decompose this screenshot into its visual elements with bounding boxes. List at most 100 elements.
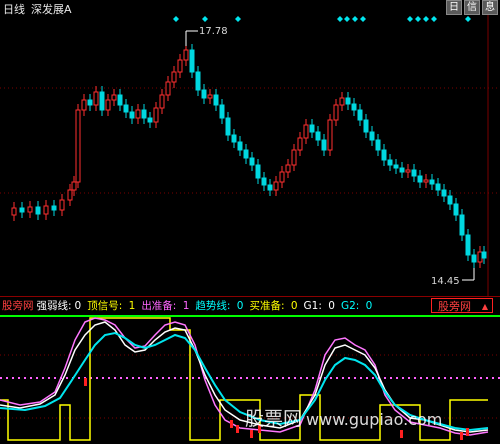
candle-body	[105, 99, 111, 111]
day-button[interactable]: 日	[446, 0, 462, 15]
signal-markers	[173, 16, 471, 22]
candle-body	[465, 234, 471, 256]
candle-body	[35, 206, 41, 215]
candle-body	[333, 104, 339, 121]
candle-body	[291, 149, 297, 166]
candle-body	[99, 91, 105, 111]
candle-body	[405, 169, 411, 173]
candle-body	[43, 205, 49, 215]
signal-diamond	[407, 16, 413, 22]
candle-body	[165, 81, 171, 96]
stock-chart-window: 17.78 14.45 日线 深发展A 日 信 息 股旁网 强弱线: 0 顶信号: 1出…	[0, 0, 500, 444]
info-button[interactable]: 信	[464, 0, 480, 15]
candle-body	[381, 149, 387, 161]
signal-diamond	[415, 16, 421, 22]
candle-body	[71, 181, 77, 191]
candle-body	[481, 251, 487, 259]
panel-divider[interactable]	[0, 296, 500, 297]
candle-body	[411, 169, 417, 177]
candle-body	[67, 189, 73, 201]
candle-body	[135, 109, 141, 119]
candle-body	[153, 107, 159, 123]
signal-bar	[250, 430, 253, 438]
candle-body	[339, 97, 345, 106]
legend-item-top-signal: 顶信号: 1	[87, 300, 136, 312]
legend-item-g2: G2: 0	[340, 300, 373, 312]
signal-bar	[400, 430, 403, 438]
candle-body	[249, 157, 255, 166]
watermark-text: 股票网	[245, 408, 303, 430]
signal-diamond	[431, 16, 437, 22]
candle-body	[357, 109, 363, 121]
candle-body	[327, 119, 333, 151]
candle-body	[429, 179, 435, 185]
signal-diamond	[465, 16, 471, 22]
candle-body	[303, 124, 309, 139]
watermark: 股票网 www.gupiao.com	[245, 404, 442, 431]
candle-body	[315, 131, 321, 141]
signal-diamond	[344, 16, 350, 22]
chart-title: 日线 深发展A	[3, 1, 72, 17]
candle-body	[351, 103, 357, 111]
signal-bar	[236, 425, 239, 433]
signal-diamond	[337, 16, 343, 22]
candle-body	[183, 49, 189, 61]
candle-body	[177, 59, 183, 73]
top-toolbar: 日 信 息	[446, 0, 498, 15]
candle-body	[123, 104, 129, 113]
signal-diamond	[235, 16, 241, 22]
candle-body	[81, 99, 87, 111]
signal-diamond	[173, 16, 179, 22]
candle-body	[243, 149, 249, 159]
candle-body	[417, 175, 423, 183]
indicator-name: 股旁网	[2, 300, 34, 312]
candle-body	[321, 139, 327, 151]
legend-item-strength: 强弱线: 0	[36, 300, 82, 312]
candle-body	[285, 164, 291, 173]
candle-body	[207, 94, 213, 99]
high-price-label: 17.78	[199, 26, 228, 37]
candle-body	[87, 99, 93, 106]
news-button[interactable]: 息	[482, 0, 498, 15]
signal-diamond	[423, 16, 429, 22]
candle-body	[447, 195, 453, 205]
candle-body	[387, 159, 393, 166]
candle-body	[453, 203, 459, 216]
candle-body	[51, 205, 57, 211]
candle-body	[369, 131, 375, 141]
legend-item-buy-prep: 买准备: 0	[249, 300, 298, 312]
candle-body	[471, 254, 477, 263]
signal-bar	[466, 428, 469, 436]
signal-diamond	[360, 16, 366, 22]
indicator-legend: 股旁网 强弱线: 0 顶信号: 1 出准备: 1 趋势线: 0 买准备: 0 G1: 0 G2:…	[2, 298, 378, 313]
candle-body	[309, 124, 315, 133]
candle-body	[435, 183, 441, 191]
indicator-selector-label: 股旁网	[438, 300, 471, 313]
candle-body	[195, 71, 201, 91]
candle-body	[363, 119, 369, 133]
legend-item-g1: G1: 0	[303, 300, 335, 312]
candle-body	[59, 199, 65, 211]
candle-body	[75, 109, 81, 183]
candle-body	[93, 91, 99, 106]
candle-body	[393, 164, 399, 169]
signal-diamond	[202, 16, 208, 22]
indicator-selector[interactable]: 股旁网 ▲	[431, 298, 493, 313]
candle-body	[111, 94, 117, 101]
candle-body	[273, 181, 279, 191]
candle-body	[375, 139, 381, 151]
legend-item-trend: 趋势线: 0	[195, 300, 244, 312]
signal-bar	[84, 378, 87, 386]
signal-diamond	[352, 16, 358, 22]
candle-body	[423, 179, 429, 183]
candle-body	[237, 141, 243, 151]
candle-body	[477, 251, 483, 263]
candlestick-series	[11, 44, 487, 268]
candle-body	[231, 134, 237, 143]
chart-canvas[interactable]: 17.78 14.45	[0, 0, 500, 444]
candle-body	[441, 189, 447, 197]
candle-body	[297, 137, 303, 151]
candle-body	[159, 94, 165, 109]
signal-bar	[230, 420, 233, 428]
candle-body	[219, 104, 225, 119]
